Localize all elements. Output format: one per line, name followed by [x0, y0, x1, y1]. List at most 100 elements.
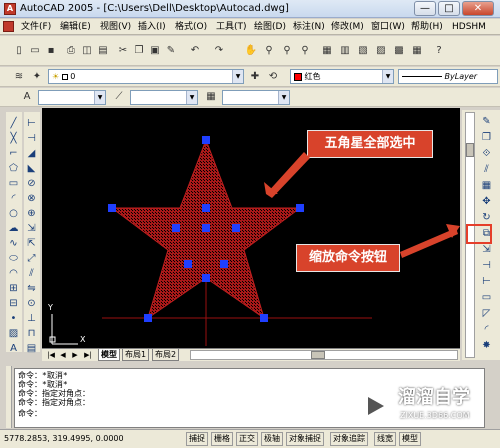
- point-icon[interactable]: •: [6, 311, 21, 326]
- tab-layout1[interactable]: 布局1: [122, 349, 150, 361]
- dimension-linear-icon[interactable]: ⊢: [24, 116, 39, 131]
- center-mark-icon[interactable]: ⊙: [24, 296, 39, 311]
- fillet-icon[interactable]: ◢: [24, 146, 39, 161]
- menu-tools[interactable]: 工具(T): [214, 20, 249, 34]
- insert-block-icon[interactable]: ⊞: [6, 281, 21, 296]
- layer-previous-icon[interactable]: ⟲: [266, 70, 280, 84]
- array-icon[interactable]: ▦: [479, 178, 494, 193]
- drawing-area[interactable]: Y X 五角星全部选中 缩放命令按钮: [42, 108, 460, 348]
- text-style-dropdown[interactable]: ▼: [38, 90, 106, 105]
- match-properties-icon[interactable]: ✎: [164, 44, 178, 58]
- linetype-dropdown[interactable]: ByLayer: [398, 69, 498, 84]
- make-block-icon[interactable]: ⊟: [6, 296, 21, 311]
- lineweight-toggle[interactable]: 线宽: [374, 432, 396, 446]
- spline-icon[interactable]: ∿: [6, 236, 21, 251]
- extend-icon[interactable]: ⊣: [24, 131, 39, 146]
- design-center-icon[interactable]: ▥: [338, 44, 352, 58]
- layer-manager-icon[interactable]: ≋: [12, 70, 26, 84]
- last-tab-button[interactable]: ▶|: [82, 350, 94, 360]
- copy-object-icon[interactable]: ❐: [479, 130, 494, 145]
- save-icon[interactable]: ▪: [44, 44, 58, 58]
- new-file-icon[interactable]: ▯: [12, 44, 26, 58]
- coordinate-readout[interactable]: 5778.2853, 319.4995, 0.0000: [4, 433, 124, 445]
- redo-icon[interactable]: ↷: [212, 44, 226, 58]
- break-object-icon[interactable]: ▭: [479, 290, 494, 305]
- menu-help[interactable]: 帮助(H): [409, 20, 445, 34]
- menu-hdshm[interactable]: HDSHM: [450, 20, 488, 34]
- polar-toggle[interactable]: 极轴: [261, 432, 283, 446]
- prev-tab-button[interactable]: ◀: [58, 350, 68, 360]
- make-current-icon[interactable]: ✚: [248, 70, 262, 84]
- ellipse-icon[interactable]: ⬭: [6, 251, 21, 266]
- offset-object-icon[interactable]: ⫽: [479, 162, 494, 177]
- ortho-toggle[interactable]: 正交: [236, 432, 258, 446]
- menu-dimension[interactable]: 标注(N): [291, 20, 327, 34]
- minimize-button[interactable]: —: [414, 1, 436, 16]
- help-icon[interactable]: ?: [432, 44, 446, 58]
- zoom-window-icon[interactable]: ⚲: [280, 44, 294, 58]
- table-style-icon[interactable]: ▦: [204, 90, 218, 104]
- autocad-app-icon[interactable]: A: [4, 3, 16, 15]
- arc-icon[interactable]: ◜: [6, 191, 21, 206]
- print-icon[interactable]: ⎙: [64, 44, 78, 58]
- dim-style-dropdown[interactable]: ▼: [130, 90, 198, 105]
- print-preview-icon[interactable]: ◫: [80, 44, 94, 58]
- calculator-icon[interactable]: ▦: [410, 44, 424, 58]
- quick-dim-icon[interactable]: ⊓: [24, 326, 39, 341]
- menu-file[interactable]: 文件(F): [19, 20, 53, 34]
- document-icon[interactable]: [3, 21, 14, 32]
- grid-toggle[interactable]: 栅格: [211, 432, 233, 446]
- chamfer-object-icon[interactable]: ◸: [479, 306, 494, 321]
- snap-toggle[interactable]: 捕捉: [186, 432, 208, 446]
- first-tab-button[interactable]: |◀: [46, 350, 56, 360]
- next-tab-button[interactable]: ▶: [70, 350, 80, 360]
- dim-style-icon[interactable]: ⟋: [112, 90, 126, 104]
- fillet-object-icon[interactable]: ◜: [479, 322, 494, 337]
- ellipse-arc-icon[interactable]: ◠: [6, 266, 21, 281]
- layer-dropdown[interactable]: ☀ 0 ▼: [48, 69, 244, 84]
- join-icon[interactable]: ⊗: [24, 191, 39, 206]
- menu-modify[interactable]: 修改(M): [329, 20, 366, 34]
- baseline-icon[interactable]: ⊥: [24, 311, 39, 326]
- menu-format[interactable]: 格式(O): [173, 20, 209, 34]
- menu-insert[interactable]: 插入(I): [136, 20, 168, 34]
- otrack-toggle[interactable]: 对象追踪: [330, 432, 368, 446]
- polygon-icon[interactable]: ⬠: [6, 161, 21, 176]
- horizontal-scrollbar[interactable]: [190, 350, 458, 360]
- stretch-icon[interactable]: ⇲: [24, 221, 39, 236]
- menu-draw[interactable]: 绘图(D): [252, 20, 288, 34]
- maximize-button[interactable]: □: [438, 1, 460, 16]
- trim-icon[interactable]: ⊣: [479, 258, 494, 273]
- align-icon[interactable]: ⇱: [24, 236, 39, 251]
- multiline-text-icon[interactable]: A: [6, 341, 21, 356]
- open-file-icon[interactable]: ▭: [28, 44, 42, 58]
- markup-icon[interactable]: ▩: [392, 44, 406, 58]
- mirror-icon[interactable]: ⇋: [24, 281, 39, 296]
- osnap-toggle[interactable]: 对象捕捉: [286, 432, 324, 446]
- extend-object-icon[interactable]: ⊢: [479, 274, 494, 289]
- construction-line-icon[interactable]: ╳: [6, 131, 21, 146]
- properties-icon[interactable]: ▦: [320, 44, 334, 58]
- revision-cloud-icon[interactable]: ☁: [6, 221, 21, 236]
- text-style-icon[interactable]: A: [20, 90, 34, 104]
- polyline-icon[interactable]: ⌐: [6, 146, 21, 161]
- lengthen-icon[interactable]: ⊕: [24, 206, 39, 221]
- undo-icon[interactable]: ↶: [188, 44, 202, 58]
- pan-icon[interactable]: ✋: [244, 44, 258, 58]
- command-prompt[interactable]: 命令：: [18, 409, 42, 418]
- chamfer-icon[interactable]: ◣: [24, 161, 39, 176]
- break-icon[interactable]: ⊘: [24, 176, 39, 191]
- tolerance-icon[interactable]: ▤: [24, 341, 39, 356]
- scrollbar-thumb[interactable]: [466, 143, 474, 157]
- zoom-previous-icon[interactable]: ⚲: [298, 44, 312, 58]
- command-grip[interactable]: [6, 366, 12, 428]
- menu-window[interactable]: 窗口(W): [369, 20, 407, 34]
- mirror-object-icon[interactable]: ⟐: [479, 146, 494, 161]
- table-style-dropdown[interactable]: ▼: [222, 90, 290, 105]
- tab-model[interactable]: 模型: [98, 349, 120, 361]
- sheet-set-icon[interactable]: ▨: [374, 44, 388, 58]
- color-dropdown[interactable]: 红色 ▼: [290, 69, 394, 84]
- offset-icon[interactable]: ⫽: [24, 266, 39, 281]
- rectangle-icon[interactable]: ▭: [6, 176, 21, 191]
- explode-icon[interactable]: ✸: [479, 338, 494, 353]
